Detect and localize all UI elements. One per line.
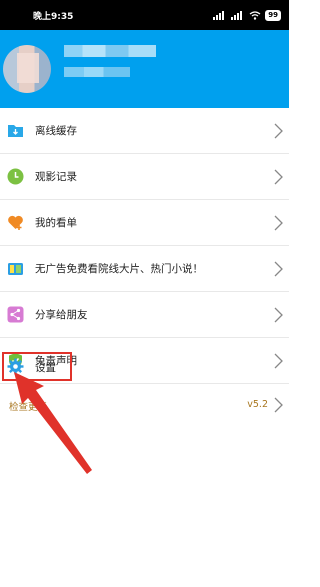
battery-icon: 99 (265, 9, 281, 21)
menu-label: 分享给朋友 (35, 309, 88, 321)
signal-icon-2 (231, 10, 243, 20)
share-icon (7, 306, 24, 323)
profile-header[interactable] (0, 30, 289, 108)
wifi-icon (249, 10, 261, 20)
chevron-right-icon (274, 123, 283, 139)
menu-list: 离线缓存 观影记录 我的看单 无广告免费看院线大片、热门小说！ 分享给朋友 免责… (0, 108, 289, 384)
menu-item-ad-free-promo[interactable]: 无广告免费看院线大片、热门小说！ (0, 246, 289, 292)
chevron-right-icon (274, 307, 283, 323)
user-info-blurred (64, 67, 130, 77)
check-update-label: 检查更新 (9, 402, 48, 413)
menu-item-offline-cache[interactable]: 离线缓存 (0, 108, 289, 154)
settings-label: 设置 (35, 362, 56, 374)
chevron-right-icon (274, 261, 283, 277)
menu-item-my-watchlist[interactable]: 我的看单 (0, 200, 289, 246)
menu-label: 我的看单 (35, 217, 77, 229)
download-folder-icon (8, 125, 23, 137)
heart-plus-icon (8, 215, 23, 230)
menu-item-settings[interactable]: 设置 (0, 351, 289, 385)
menu-item-watch-history[interactable]: 观影记录 (0, 154, 289, 200)
status-time: 晚上9:35 (33, 11, 74, 22)
chevron-right-icon (274, 169, 283, 185)
chevron-right-icon (274, 215, 283, 231)
menu-label: 离线缓存 (35, 125, 77, 137)
avatar[interactable] (3, 45, 51, 93)
signal-icon (213, 10, 225, 20)
menu-label: 无广告免费看院线大片、热门小说！ (35, 263, 203, 275)
clock-icon (7, 168, 24, 185)
username-blurred (64, 45, 156, 57)
tv-book-icon (8, 263, 23, 275)
gear-icon (7, 358, 24, 375)
menu-item-check-update[interactable]: 检查更新 v5.2 (0, 390, 289, 420)
menu-item-share[interactable]: 分享给朋友 (0, 292, 289, 338)
chevron-right-icon (274, 397, 283, 413)
menu-label: 观影记录 (35, 171, 77, 183)
status-icons: 99 (213, 9, 281, 21)
status-bar: 晚上9:35 99 (0, 0, 289, 30)
version-label: v5.2 (247, 399, 268, 410)
